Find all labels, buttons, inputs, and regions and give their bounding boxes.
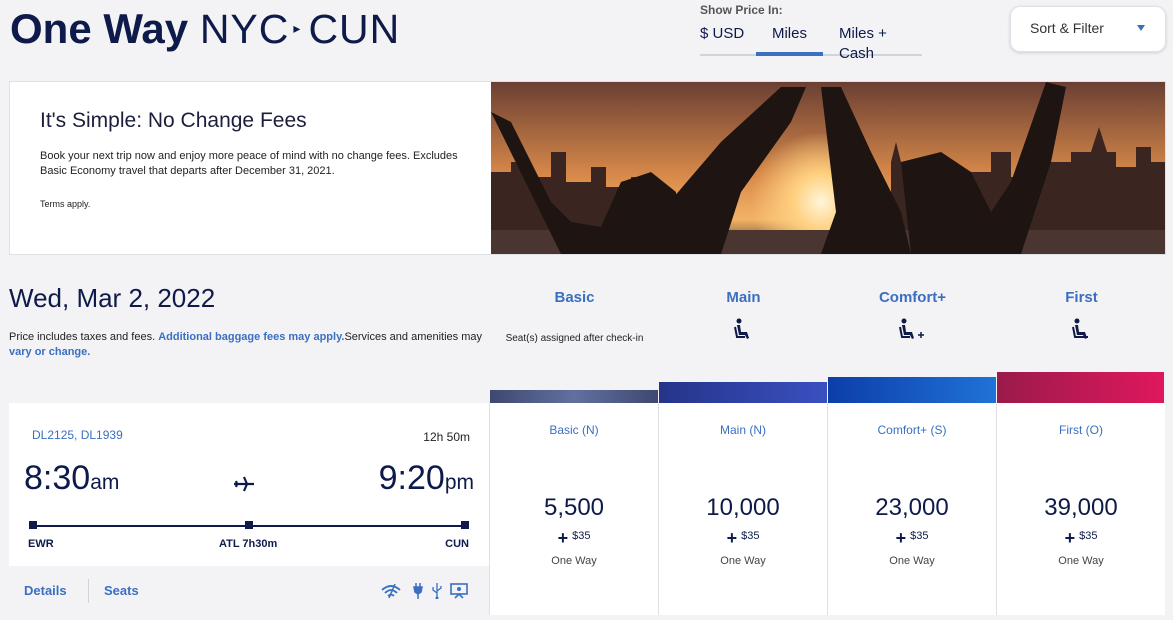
flight-card: DL2125, DL1939 12h 50m 8:30am 9:20pm EWR… [9, 403, 490, 615]
destination-dot [461, 521, 469, 529]
fare-miles: 5,500 [543, 494, 605, 521]
fare-miles: 10,000 [706, 494, 780, 521]
departure-time: 8:30am [24, 459, 119, 498]
destination-airport: CUN [445, 538, 469, 550]
comfort-color-bar [828, 377, 996, 403]
fare-trip-type: One Way [889, 555, 935, 567]
fare-cash-value: $35 [1079, 530, 1098, 542]
power-outlet-icon [413, 583, 423, 599]
first-seat-icon [1072, 318, 1088, 339]
fare-class: Basic (N) [549, 423, 599, 437]
promo-banner: It's Simple: No Change Fees Book your ne… [9, 81, 1166, 255]
banner-photo [491, 82, 1165, 254]
banner-body: Book your next trip now and enjoy more p… [40, 150, 458, 177]
origin-dot [29, 521, 37, 529]
fare-class: Comfort+ (S) [877, 423, 947, 437]
price-note-text: Price includes taxes and fees. [9, 331, 159, 343]
origin-airport: EWR [28, 538, 54, 550]
trip-type: One Way [10, 5, 189, 52]
tab-usd[interactable]: $ USD [700, 24, 744, 52]
departure-ampm: am [90, 471, 120, 494]
fare-cash-value: $35 [741, 530, 760, 542]
origin-code: NYC [199, 6, 290, 52]
show-price-label: Show Price In: [700, 3, 783, 17]
arrival-time-value: 9:20 [378, 459, 445, 497]
sort-filter-button[interactable]: Sort & Filter [1010, 6, 1166, 52]
column-header-comfort-plus: Comfort+ [878, 289, 947, 306]
arrival-ampm: pm [444, 471, 474, 494]
flight-numbers[interactable]: DL2125, DL1939 [32, 428, 123, 442]
fare-cash-value: $35 [910, 530, 929, 542]
fare-cash: + $35 [895, 528, 929, 548]
seat-assignment-note: Seat(s) assigned after check-in [505, 333, 644, 344]
layover-dot [245, 521, 253, 529]
fare-trip-type: One Way [720, 555, 766, 567]
seat-plus-icon [899, 318, 924, 339]
fare-cash: + $35 [557, 528, 591, 548]
entertainment-screen-icon [450, 583, 468, 599]
layover-airport: ATL 7h30m [219, 538, 278, 550]
departure-time-value: 8:30 [24, 459, 91, 497]
usb-icon [432, 583, 442, 599]
chevron-down-icon [1137, 25, 1145, 31]
price-note: Price includes taxes and fees. Additiona… [9, 330, 489, 360]
arrival-time: 9:20pm [379, 459, 474, 498]
details-link[interactable]: Details [24, 583, 67, 598]
banner-heading: It's Simple: No Change Fees [40, 109, 307, 132]
baggage-fees-link[interactable]: Additional baggage fees may apply. [158, 331, 344, 343]
column-header-main: Main [726, 289, 761, 306]
vary-change-link[interactable]: vary or change. [9, 346, 90, 358]
fare-cash: + $35 [726, 528, 760, 548]
fare-cell-comfort-plus[interactable]: Comfort+ (S) 23,000 + $35 One Way [827, 403, 996, 615]
tab-miles[interactable]: Miles [756, 24, 823, 56]
first-color-bar [997, 372, 1164, 403]
flight-date: Wed, Mar 2, 2022 [9, 283, 216, 313]
column-header-first: First [1065, 289, 1098, 306]
fare-cash: + $35 [1064, 528, 1098, 548]
page-title: One Way NYC ▸ CUN [10, 6, 400, 55]
chevron-right-icon: ▸ [293, 19, 301, 36]
fare-cash-value: $35 [572, 530, 591, 542]
destination-code: CUN [308, 6, 401, 52]
sort-filter-label: Sort & Filter [1030, 20, 1104, 36]
footer-divider [88, 579, 89, 603]
fare-class: First (O) [1059, 423, 1103, 437]
fare-trip-type: One Way [551, 555, 597, 567]
price-type-tabs: $ USD Miles Miles + Cash [700, 24, 922, 62]
seat-icon [734, 318, 749, 339]
fare-cell-main[interactable]: Main (N) 10,000 + $35 One Way [658, 403, 827, 615]
airplane-icon [234, 476, 254, 492]
seats-link[interactable]: Seats [104, 583, 139, 598]
fare-miles: 23,000 [875, 494, 949, 521]
fare-cell-first[interactable]: First (O) 39,000 + $35 One Way [996, 403, 1165, 615]
column-header-basic: Basic [554, 289, 595, 306]
tab-miles-cash[interactable]: Miles + Cash [839, 24, 922, 62]
fare-cell-basic[interactable]: Basic (N) 5,500 + $35 One Way [489, 403, 658, 615]
fare-class: Main (N) [719, 423, 766, 437]
main-color-bar [659, 382, 827, 403]
flight-duration: 12h 50m [423, 430, 470, 444]
fare-trip-type: One Way [1058, 555, 1104, 567]
fare-miles: 39,000 [1044, 494, 1118, 521]
price-note-text-2: Services and amenities may [344, 331, 482, 343]
basic-color-bar [490, 390, 658, 403]
banner-terms[interactable]: Terms apply. [40, 199, 90, 209]
wifi-icon [381, 583, 401, 599]
